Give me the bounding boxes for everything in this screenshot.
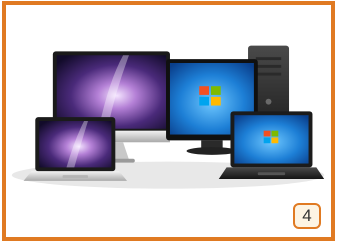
image-card: 4 xyxy=(2,1,335,241)
devices-photo xyxy=(11,45,325,189)
page-number-badge: 4 xyxy=(293,203,321,229)
laptop-purple xyxy=(23,117,128,181)
laptop-windows xyxy=(218,111,325,179)
